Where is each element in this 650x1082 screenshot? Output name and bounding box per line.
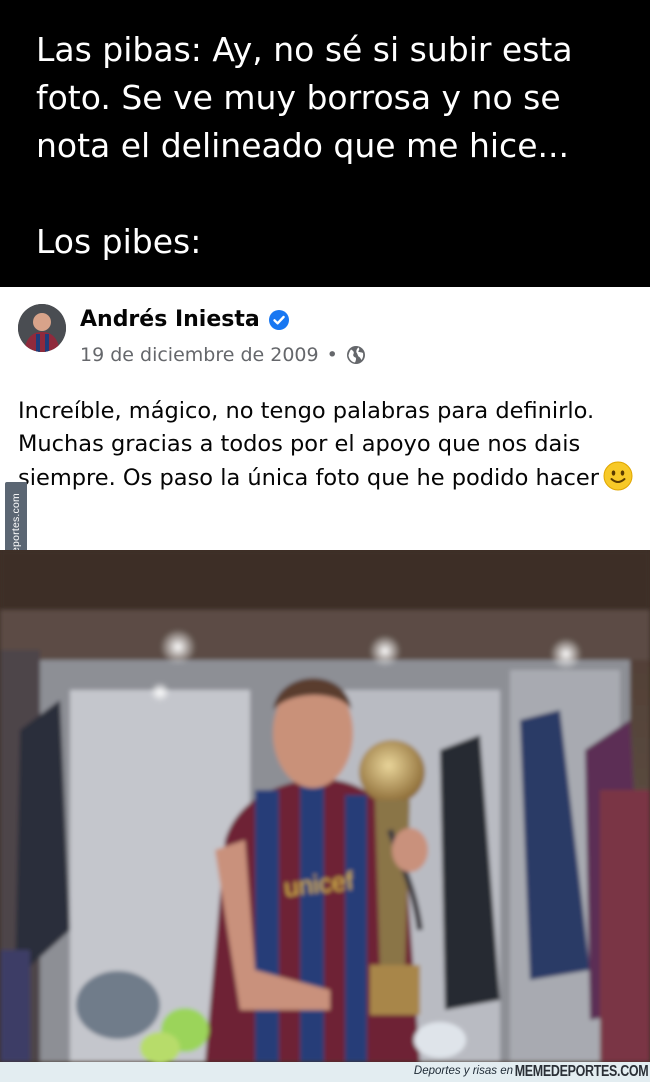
post-text-content: Increíble, mágico, no tengo palabras par…: [18, 398, 600, 491]
globe-icon: [346, 346, 365, 364]
meta-separator: •: [326, 344, 338, 366]
post-photo[interactable]: unicef: [0, 550, 650, 1062]
avatar[interactable]: [18, 304, 66, 352]
footer-brand: MEMEDEPORTES.COM: [514, 1063, 648, 1080]
post-date[interactable]: 19 de diciembre de 2009: [80, 344, 319, 366]
footer-watermark: Deportes y risas en MEMEDEPORTES.COM: [0, 1062, 650, 1082]
author-name[interactable]: Andrés Iniesta: [80, 307, 260, 332]
author-row: Andrés Iniesta: [80, 307, 290, 332]
post-meta: 19 de diciembre de 2009 •: [80, 344, 366, 366]
smiley-emoji-icon: [603, 461, 633, 491]
facebook-post: Andrés Iniesta 19 de diciembre de 2009 •…: [0, 287, 650, 550]
verified-badge-icon: [268, 309, 289, 330]
post-text: Increíble, mágico, no tengo palabras par…: [18, 395, 638, 495]
caption-line-1: Las pibas: Ay, no sé si subir esta foto.…: [36, 30, 573, 165]
footer-tagline: Deportes y risas en: [413, 1065, 513, 1077]
meme-caption: Las pibas: Ay, no sé si subir esta foto.…: [0, 0, 650, 287]
caption-line-2: Los pibes:: [36, 222, 202, 261]
